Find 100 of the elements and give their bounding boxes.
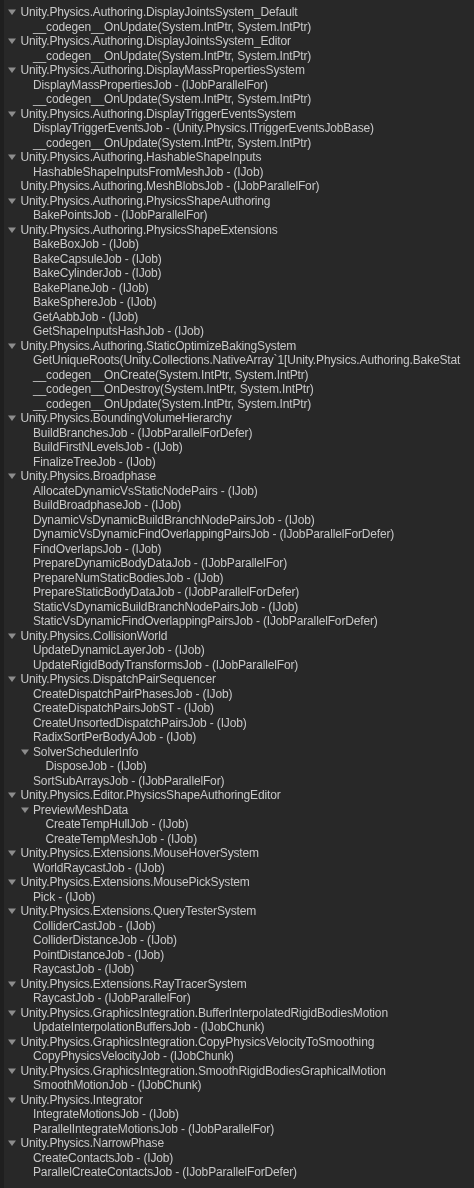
caret-down-icon[interactable] bbox=[8, 153, 16, 162]
tree-item[interactable]: SolverSchedulerInfo bbox=[33, 744, 139, 759]
caret-down-icon[interactable] bbox=[20, 805, 29, 814]
caret-down-icon[interactable] bbox=[8, 907, 16, 916]
tree-item[interactable]: RadixSortPerBodyAJob - (IJob) bbox=[33, 730, 197, 745]
caret-down-icon[interactable] bbox=[8, 878, 16, 887]
tree-item[interactable]: Unity.Physics.NarrowPhase bbox=[20, 1136, 164, 1151]
tree-item[interactable]: __codegen__OnUpdate(System.IntPtr, System.IntPtr) bbox=[33, 48, 312, 63]
tree-item[interactable]: Unity.Physics.Integrator bbox=[20, 1092, 143, 1107]
tree-item[interactable]: Unity.Physics.Authoring.PhysicsShapeExtensions bbox=[20, 222, 278, 237]
tree-item[interactable]: UpdateRigidBodyTransformsJob - (IJobParallelFor) bbox=[33, 657, 299, 672]
tree-item[interactable]: Unity.Physics.Authoring.DisplayJointsSystem_Default bbox=[20, 5, 298, 20]
tree-item[interactable]: Unity.Physics.Authoring.HashableShapeInputs bbox=[20, 150, 262, 165]
tree-item[interactable]: GetAabbJob - (IJob) bbox=[33, 309, 139, 324]
tree-item[interactable]: Unity.Physics.GraphicsIntegration.SmoothRigidBodiesGraphicalMotion bbox=[20, 1063, 386, 1078]
tree-item[interactable]: ParallelIntegrateMotionsJob - (IJobParallelFor) bbox=[33, 1121, 275, 1136]
tree-item[interactable]: Unity.Physics.Authoring.PhysicsShapeAuthoring bbox=[20, 193, 271, 208]
tree-item[interactable]: Unity.Physics.Extensions.RayTracerSystem bbox=[20, 976, 247, 991]
tree-item[interactable]: BakeSphereJob - (IJob) bbox=[33, 295, 157, 310]
tree-item[interactable]: DynamicVsDynamicBuildBranchNodePairsJob - (IJob) bbox=[33, 512, 315, 527]
tree-item[interactable]: Unity.Physics.Authoring.DisplayTriggerEventsSystem bbox=[20, 106, 296, 121]
caret-down-icon[interactable] bbox=[8, 1066, 16, 1075]
caret-down-icon[interactable] bbox=[8, 849, 16, 858]
tree-item[interactable]: PreviewMeshData bbox=[33, 802, 129, 817]
tree-item[interactable]: FindOverlapsJob - (IJob) bbox=[33, 541, 162, 556]
caret-down-icon[interactable] bbox=[8, 979, 16, 988]
tree-item[interactable]: BakePointsJob - (IJobParallelFor) bbox=[33, 208, 208, 223]
caret-down-icon[interactable] bbox=[8, 109, 16, 118]
caret-down-icon[interactable] bbox=[8, 472, 16, 481]
tree-item[interactable]: __codegen__OnUpdate(System.IntPtr, System.IntPtr) bbox=[33, 19, 312, 34]
tree-item[interactable]: __codegen__OnDestroy(System.IntPtr, System.IntPtr) bbox=[33, 382, 314, 397]
tree-item[interactable]: IntegrateMotionsJob - (IJob) bbox=[33, 1107, 179, 1122]
tree-item[interactable]: BakeCapsuleJob - (IJob) bbox=[33, 251, 162, 266]
tree-item[interactable]: __codegen__OnUpdate(System.IntPtr, System.IntPtr) bbox=[33, 135, 312, 150]
tree-item[interactable]: StaticVsDynamicFindOverlappingPairsJob - (IJobParallelForDefer) bbox=[33, 614, 378, 629]
tree-item[interactable]: Unity.Physics.Broadphase bbox=[20, 469, 157, 484]
tree-item[interactable]: AllocateDynamicVsStaticNodePairs - (IJob) bbox=[33, 483, 258, 498]
tree-item[interactable]: Pick - (IJob) bbox=[33, 889, 96, 904]
caret-down-icon[interactable] bbox=[8, 225, 16, 234]
caret-down-icon[interactable] bbox=[8, 1037, 16, 1046]
caret-down-icon[interactable] bbox=[20, 747, 29, 756]
tree-item[interactable]: CreateTempMeshJob - (IJob) bbox=[45, 831, 197, 846]
tree-item[interactable]: GetUniqueRoots(Unity.Collections.NativeArray`1[Unity.Physics.Authoring.BakeStat bbox=[33, 353, 461, 368]
tree-item[interactable]: SortSubArraysJob - (IJobParallelFor) bbox=[33, 773, 225, 788]
tree-item[interactable]: Unity.Physics.Extensions.MouseHoverSystem bbox=[20, 846, 259, 861]
caret-down-icon[interactable] bbox=[8, 1008, 16, 1017]
tree-item[interactable]: Unity.Physics.Authoring.DisplayMassPropertiesSystem bbox=[20, 63, 305, 78]
tree-item[interactable]: Unity.Physics.Extensions.MousePickSystem bbox=[20, 875, 250, 890]
tree-item[interactable]: CreateDispatchPairsJobST - (IJob) bbox=[33, 701, 214, 716]
tree-item[interactable]: DisposeJob - (IJob) bbox=[45, 759, 147, 774]
tree-item[interactable]: BakePlaneJob - (IJob) bbox=[33, 280, 149, 295]
tree-item[interactable]: CreateContactsJob - (IJob) bbox=[33, 1150, 174, 1165]
tree-item[interactable]: Unity.Physics.GraphicsIntegration.BufferInterpolatedRigidBodiesMotion bbox=[20, 1005, 388, 1020]
caret-down-icon[interactable] bbox=[8, 675, 16, 684]
tree-item[interactable]: Unity.Physics.DispatchPairSequencer bbox=[20, 672, 216, 687]
caret-down-icon[interactable] bbox=[8, 341, 16, 350]
tree-item[interactable]: PrepareStaticBodyDataJob - (IJobParallelForDefer) bbox=[33, 585, 300, 600]
tree-item[interactable]: BakeCylinderJob - (IJob) bbox=[33, 266, 162, 281]
tree-item[interactable]: CreateTempHullJob - (IJob) bbox=[45, 817, 189, 832]
tree-item[interactable]: CreateUnsortedDispatchPairsJob - (IJob) bbox=[33, 715, 247, 730]
tree-item[interactable]: RaycastJob - (IJob) bbox=[33, 962, 135, 977]
tree-item[interactable]: DynamicVsDynamicFindOverlappingPairsJob - (IJobParallelForDefer) bbox=[33, 527, 395, 542]
tree-item[interactable]: BuildFirstNLevelsJob - (IJob) bbox=[33, 440, 183, 455]
caret-down-icon[interactable] bbox=[8, 791, 16, 800]
tree-item[interactable]: ParallelCreateContactsJob - (IJobParallelForDefer) bbox=[33, 1165, 297, 1180]
tree-item[interactable]: DisplayMassPropertiesJob - (IJobParallelFor) bbox=[33, 77, 268, 92]
tree-item[interactable]: SmoothMotionJob - (IJobChunk) bbox=[33, 1078, 202, 1093]
tree-item[interactable]: BuildBranchesJob - (IJobParallelForDefer) bbox=[33, 425, 253, 440]
tree-item[interactable]: ColliderCastJob - (IJob) bbox=[33, 918, 156, 933]
tree-item[interactable]: __codegen__OnCreate(System.IntPtr, System.IntPtr) bbox=[33, 367, 309, 382]
tree-item[interactable]: HashableShapeInputsFromMeshJob - (IJob) bbox=[33, 164, 264, 179]
tree-item[interactable]: Unity.Physics.Authoring.DisplayJointsSystem_Editor bbox=[20, 34, 291, 49]
tree-item[interactable]: __codegen__OnUpdate(System.IntPtr, System.IntPtr) bbox=[33, 396, 312, 411]
tree-item[interactable]: ColliderDistanceJob - (IJob) bbox=[33, 933, 177, 948]
tree-item[interactable]: GetShapeInputsHashJob - (IJob) bbox=[33, 324, 204, 339]
tree-item[interactable]: Unity.Physics.Authoring.MeshBlobsJob - (IJobParallelFor) bbox=[20, 179, 320, 194]
tree-item[interactable]: RaycastJob - (IJobParallelFor) bbox=[33, 991, 191, 1006]
caret-down-icon[interactable] bbox=[8, 414, 16, 423]
caret-down-icon[interactable] bbox=[8, 37, 16, 46]
tree-item[interactable]: BuildBroadphaseJob - (IJob) bbox=[33, 498, 182, 513]
caret-down-icon[interactable] bbox=[8, 1095, 16, 1104]
tree-item[interactable]: StaticVsDynamicBuildBranchNodePairsJob - (IJob) bbox=[33, 599, 299, 614]
tree-item[interactable]: __codegen__OnUpdate(System.IntPtr, System.IntPtr) bbox=[33, 92, 312, 107]
tree-item[interactable]: CopyPhysicsVelocityJob - (IJobChunk) bbox=[33, 1049, 234, 1064]
tree-item[interactable]: Unity.Physics.Editor.PhysicsShapeAuthoringEditor bbox=[20, 788, 281, 803]
tree-item[interactable]: PointDistanceJob - (IJob) bbox=[33, 947, 164, 962]
tree-item[interactable]: Unity.Physics.GraphicsIntegration.CopyPhysicsVelocityToSmoothing bbox=[20, 1034, 375, 1049]
tree-item[interactable]: WorldRaycastJob - (IJob) bbox=[33, 860, 165, 875]
tree-item[interactable]: DisplayTriggerEventsJob - (Unity.Physics.ITriggerEventsJobBase) bbox=[33, 121, 374, 136]
tree-item[interactable]: CreateDispatchPairPhasesJob - (IJob) bbox=[33, 686, 233, 701]
tree-item[interactable]: Unity.Physics.BoundingVolumeHierarchy bbox=[20, 411, 232, 426]
caret-down-icon[interactable] bbox=[8, 196, 16, 205]
tree-item[interactable]: UpdateInterpolationBuffersJob - (IJobChunk) bbox=[33, 1020, 265, 1035]
tree-item[interactable]: PrepareDynamicBodyDataJob - (IJobParallelFor) bbox=[33, 556, 288, 571]
caret-down-icon[interactable] bbox=[8, 8, 16, 17]
caret-down-icon[interactable] bbox=[8, 66, 16, 75]
tree-item[interactable]: Unity.Physics.CollisionWorld bbox=[20, 628, 168, 643]
caret-down-icon[interactable] bbox=[8, 631, 16, 640]
caret-down-icon[interactable] bbox=[8, 1139, 16, 1148]
tree-item[interactable]: Unity.Physics.Extensions.QueryTesterSystem bbox=[20, 904, 257, 919]
